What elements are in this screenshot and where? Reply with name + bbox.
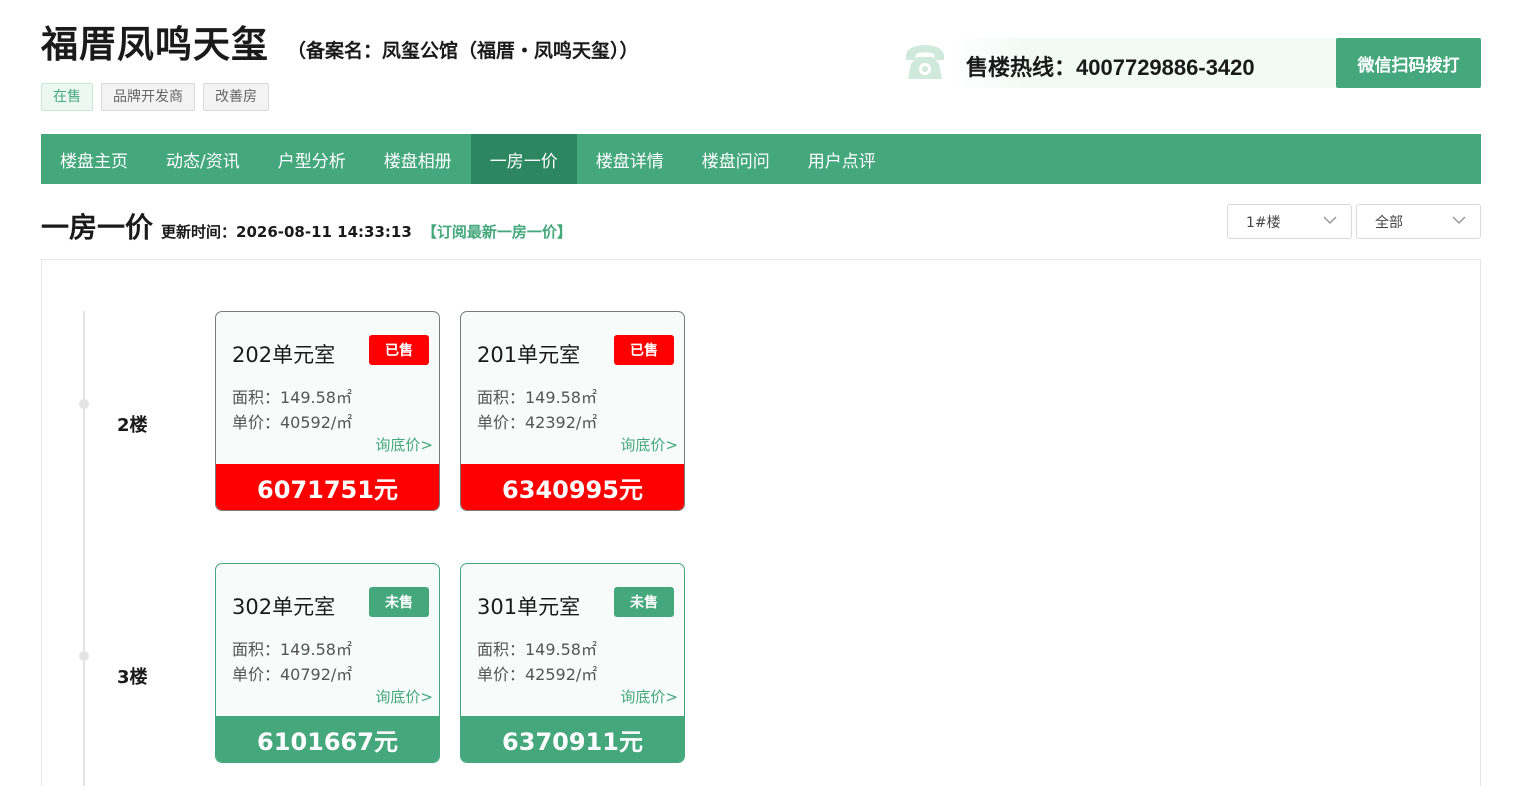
hotline-label: 售楼热线： <box>966 56 1077 81</box>
nav-item-news[interactable]: 动态/资讯 <box>147 134 259 184</box>
nav-item-reviews[interactable]: 用户点评 <box>789 134 895 184</box>
unit-price: 单价：42392/㎡ <box>477 413 598 432</box>
main-nav: 楼盘主页 动态/资讯 户型分析 楼盘相册 一房一价 楼盘详情 楼盘问问 用户点评 <box>41 134 1481 184</box>
nav-item-qa[interactable]: 楼盘问问 <box>683 134 789 184</box>
total-price: 6101667元 <box>216 716 439 762</box>
update-time: 更新时间：2026-08-11 14:33:13 <box>161 223 412 241</box>
wechat-scan-call-button[interactable]: 微信扫码拨打 <box>1336 38 1481 88</box>
total-price: 6340995元 <box>461 464 684 510</box>
status-badge: 未售 <box>369 587 429 617</box>
unit-price: 单价：42592/㎡ <box>477 665 598 684</box>
chevron-down-icon <box>1452 216 1466 225</box>
tag-list: 在售 品牌开发商 改善房 <box>41 83 269 111</box>
inquire-price-link[interactable]: 询底价> <box>375 686 433 707</box>
floor-timeline <box>83 311 85 786</box>
unit-area: 面积：149.58㎡ <box>477 388 597 407</box>
status-select[interactable]: 全部 <box>1356 204 1481 239</box>
unit-area: 面积：149.58㎡ <box>232 388 352 407</box>
timeline-dot <box>79 399 89 409</box>
inquire-price-link[interactable]: 询底价> <box>375 434 433 455</box>
unit-area: 面积：149.58㎡ <box>477 640 597 659</box>
nav-item-details[interactable]: 楼盘详情 <box>577 134 683 184</box>
unit-card[interactable]: 301单元室 未售 面积：149.58㎡ 单价：42592/㎡ 询底价> 637… <box>460 563 685 763</box>
unit-name: 202单元室 <box>232 343 336 367</box>
nav-item-floorplans[interactable]: 户型分析 <box>259 134 365 184</box>
inquire-price-link[interactable]: 询底价> <box>620 686 678 707</box>
unit-price: 单价：40792/㎡ <box>232 665 353 684</box>
section-heading: 一房一价 更新时间：2026-08-11 14:33:13 【订阅最新一房一价】 <box>41 206 572 246</box>
unit-price: 单价：40592/㎡ <box>232 413 353 432</box>
status-badge: 已售 <box>614 335 674 365</box>
unit-name: 301单元室 <box>477 595 581 619</box>
building-select[interactable]: 1#楼 <box>1227 204 1352 239</box>
unit-area: 面积：149.58㎡ <box>232 640 352 659</box>
tag-brand-developer: 品牌开发商 <box>101 83 195 111</box>
record-name: （备案名：凤玺公馆（福厝・凤鸣天玺）） <box>287 40 639 62</box>
nav-item-home[interactable]: 楼盘主页 <box>41 134 147 184</box>
floor-label: 3楼 <box>117 667 148 688</box>
tag-improvement: 改善房 <box>203 83 269 111</box>
building-select-value: 1#楼 <box>1246 214 1281 231</box>
unit-card[interactable]: 201单元室 已售 面积：149.58㎡ 单价：42392/㎡ 询底价> 634… <box>460 311 685 511</box>
hotline-box: 售楼热线：4007729886-3420 <box>900 38 1340 88</box>
phone-icon <box>906 45 944 79</box>
nav-item-album[interactable]: 楼盘相册 <box>365 134 471 184</box>
hotline: 售楼热线：4007729886-3420 <box>966 50 1255 82</box>
inquire-price-link[interactable]: 询底价> <box>620 434 678 455</box>
total-price: 6071751元 <box>216 464 439 510</box>
unit-name: 201单元室 <box>477 343 581 367</box>
floor-label: 2楼 <box>117 415 148 436</box>
status-select-value: 全部 <box>1375 214 1403 231</box>
nav-item-unit-prices[interactable]: 一房一价 <box>470 134 577 184</box>
hotline-number[interactable]: 4007729886-3420 <box>1076 55 1255 80</box>
section-title: 一房一价 <box>41 211 154 244</box>
unit-card[interactable]: 302单元室 未售 面积：149.58㎡ 单价：40792/㎡ 询底价> 610… <box>215 563 440 763</box>
chevron-down-icon <box>1323 216 1337 225</box>
subscribe-link[interactable]: 【订阅最新一房一价】 <box>422 221 572 242</box>
timeline-dot <box>79 651 89 661</box>
status-badge: 已售 <box>369 335 429 365</box>
tag-on-sale: 在售 <box>41 83 93 111</box>
total-price: 6370911元 <box>461 716 684 762</box>
project-title: 福厝凤鸣天玺 <box>41 23 269 66</box>
page-header: 福厝凤鸣天玺 （备案名：凤玺公馆（福厝・凤鸣天玺）） <box>41 14 639 68</box>
unit-name: 302单元室 <box>232 595 336 619</box>
status-badge: 未售 <box>614 587 674 617</box>
unit-card[interactable]: 202单元室 已售 面积：149.58㎡ 单价：40592/㎡ 询底价> 607… <box>215 311 440 511</box>
